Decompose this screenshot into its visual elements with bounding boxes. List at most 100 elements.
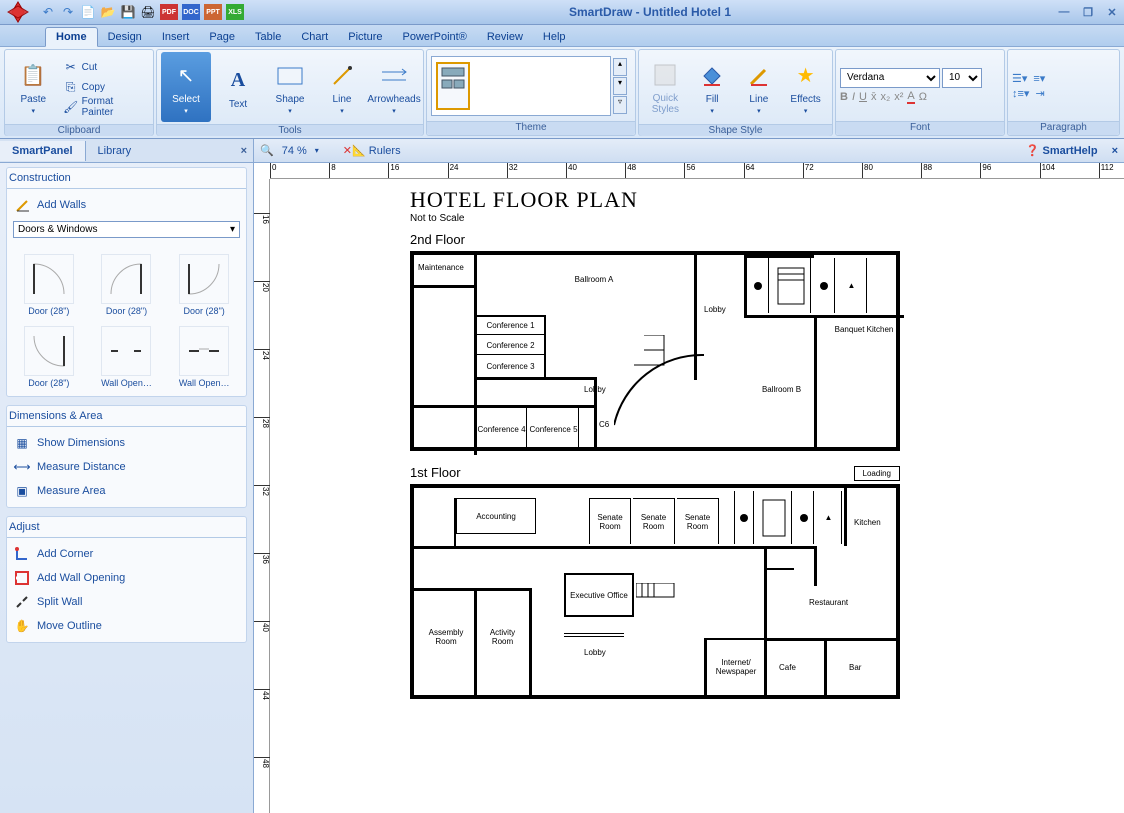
font-size-select[interactable]: 10 — [942, 68, 982, 88]
tab-picture[interactable]: Picture — [338, 28, 392, 46]
tab-powerpoint[interactable]: PowerPoint® — [392, 28, 476, 46]
group-theme: ▴ ▾ ▿ Theme — [426, 49, 636, 136]
add-corner-button[interactable]: Add Corner — [7, 542, 246, 566]
add-wall-opening-button[interactable]: Add Wall Opening — [7, 566, 246, 590]
align-button[interactable]: ≡▾ — [1033, 72, 1045, 85]
loading-label: Loading — [854, 466, 900, 481]
tab-page[interactable]: Page — [199, 28, 245, 46]
strike-button[interactable]: x̄ — [871, 91, 877, 103]
smarthelp-button[interactable]: ❓ SmartHelp — [1026, 144, 1098, 157]
select-tool[interactable]: ↖Select▾ — [161, 52, 211, 122]
subscript-button[interactable]: x₂ — [880, 91, 890, 103]
bullets-button[interactable]: ☰▾ — [1012, 72, 1027, 85]
font-color-button[interactable]: A — [907, 90, 914, 104]
horizontal-ruler[interactable]: 081624324048566472808896104112 — [270, 163, 1124, 179]
fill-button[interactable]: Fill▾ — [690, 52, 735, 122]
wall-opening-shape[interactable]: Wall Open… — [89, 318, 165, 388]
new-icon[interactable]: 📄 — [80, 4, 96, 20]
show-dimensions-button[interactable]: ▦Show Dimensions — [7, 431, 246, 455]
omega-button[interactable]: Ω — [919, 91, 927, 103]
arrowheads-tool[interactable]: Arrowheads▾ — [369, 52, 419, 122]
italic-button[interactable]: I — [852, 91, 855, 103]
wall-opening-shape[interactable]: Wall Open… — [166, 318, 242, 388]
tab-chart[interactable]: Chart — [291, 28, 338, 46]
tab-smartpanel[interactable]: SmartPanel — [0, 141, 86, 161]
door-shape[interactable]: Door (28") — [11, 246, 87, 316]
measure-distance-button[interactable]: ⟷Measure Distance — [7, 455, 246, 479]
minimize-button[interactable]: — — [1056, 4, 1072, 20]
xls-icon[interactable]: XLS — [226, 4, 244, 20]
print-icon[interactable]: 🖨 — [140, 4, 156, 20]
close-button[interactable]: ✕ — [1104, 4, 1120, 20]
superscript-button[interactable]: x² — [894, 91, 903, 103]
tab-help[interactable]: Help — [533, 28, 576, 46]
tab-insert[interactable]: Insert — [152, 28, 200, 46]
line-tool[interactable]: Line▾ — [317, 52, 367, 122]
line-spacing-button[interactable]: ↕≡▾ — [1012, 87, 1029, 100]
zoom-icon[interactable]: 🔍 — [260, 144, 274, 157]
zoom-level[interactable]: 74 % — [282, 145, 307, 157]
tab-table[interactable]: Table — [245, 28, 291, 46]
copy-icon: ⎘ — [64, 80, 78, 94]
door-shape[interactable]: Door (28") — [89, 246, 165, 316]
ruler-icon: ⟷ — [15, 460, 29, 474]
bold-button[interactable]: B — [840, 91, 848, 103]
cut-button[interactable]: ✂Cut — [60, 57, 149, 77]
text-tool[interactable]: AText — [213, 52, 263, 122]
paste-button[interactable]: 📋 Paste▾ — [9, 52, 58, 122]
pdf-icon[interactable]: PDF — [160, 4, 178, 20]
effects-button[interactable]: ★Effects▾ — [783, 52, 828, 122]
copy-button[interactable]: ⎘Copy — [60, 77, 149, 97]
redo-icon[interactable]: ↷ — [60, 4, 76, 20]
save-icon[interactable]: 💾 — [120, 4, 136, 20]
section-adjust: Adjust Add Corner Add Wall Opening Split… — [6, 516, 247, 643]
theme-more[interactable]: ▿ — [613, 96, 627, 114]
canvas-area: 🔍 74 %▾ ✕📐 Rulers ❓ SmartHelp × 08162432… — [254, 139, 1124, 813]
vertical-ruler[interactable]: 162024283236404448 — [254, 179, 270, 813]
undo-icon[interactable]: ↶ — [40, 4, 56, 20]
underline-button[interactable]: U — [859, 91, 867, 103]
tab-review[interactable]: Review — [477, 28, 533, 46]
help-close-button[interactable]: × — [1112, 145, 1118, 157]
canvas[interactable]: HOTEL FLOOR PLAN Not to Scale 2nd Floor … — [270, 179, 1124, 813]
line-style-button[interactable]: Line▾ — [737, 52, 782, 122]
cut-icon: ✂ — [64, 60, 78, 74]
shape-tool[interactable]: Shape▾ — [265, 52, 315, 122]
tab-library[interactable]: Library — [86, 141, 144, 161]
door-shape[interactable]: Door (28") — [11, 318, 87, 388]
chevron-down-icon: ▾ — [230, 224, 235, 235]
grid-icon: ▦ — [15, 436, 29, 450]
section-header: Construction — [7, 168, 246, 189]
tab-design[interactable]: Design — [98, 28, 152, 46]
quick-styles-button[interactable]: Quick Styles — [643, 52, 688, 122]
floor-2-plan[interactable]: Maintenance Conference 1 Conference 2 Co… — [410, 251, 900, 451]
move-outline-button[interactable]: ✋Move Outline — [7, 614, 246, 638]
app-logo[interactable] — [4, 0, 32, 26]
shape-icon — [274, 60, 306, 92]
floor-1-plan[interactable]: Accounting Senate Room Senate Room Senat… — [410, 484, 900, 699]
theme-up[interactable]: ▴ — [613, 58, 627, 76]
tab-home[interactable]: Home — [45, 27, 98, 47]
open-icon[interactable]: 📂 — [100, 4, 116, 20]
floor-label: 1st Floor — [410, 465, 1090, 480]
ppt-icon[interactable]: PPT — [204, 4, 222, 20]
format-painter-button[interactable]: 🖌Format Painter — [60, 97, 149, 117]
indent-button[interactable]: ⇥ — [1035, 87, 1044, 100]
doc-icon[interactable]: DOC — [182, 4, 200, 20]
split-wall-button[interactable]: Split Wall — [7, 590, 246, 614]
maximize-button[interactable]: ❐ — [1080, 4, 1096, 20]
wall-icon — [15, 198, 29, 212]
rulers-toggle[interactable]: ✕📐 Rulers — [343, 144, 401, 157]
theme-gallery[interactable] — [431, 56, 611, 116]
window-title: SmartDraw - Untitled Hotel 1 — [244, 5, 1056, 19]
panel-close-button[interactable]: × — [235, 145, 253, 157]
group-paragraph: ☰▾ ≡▾ ↕≡▾ ⇥ Paragraph — [1007, 49, 1120, 136]
group-shape-style: Quick Styles Fill▾ Line▾ ★Effects▾ Shape… — [638, 49, 833, 136]
theme-down[interactable]: ▾ — [613, 77, 627, 95]
add-walls-button[interactable]: Add Walls — [7, 193, 246, 217]
font-family-select[interactable]: Verdana — [840, 68, 940, 88]
door-shape[interactable]: Door (28") — [166, 246, 242, 316]
measure-area-button[interactable]: ▣Measure Area — [7, 479, 246, 503]
theme-thumb[interactable] — [436, 62, 470, 110]
doors-windows-dropdown[interactable]: Doors & Windows▾ — [13, 221, 240, 238]
